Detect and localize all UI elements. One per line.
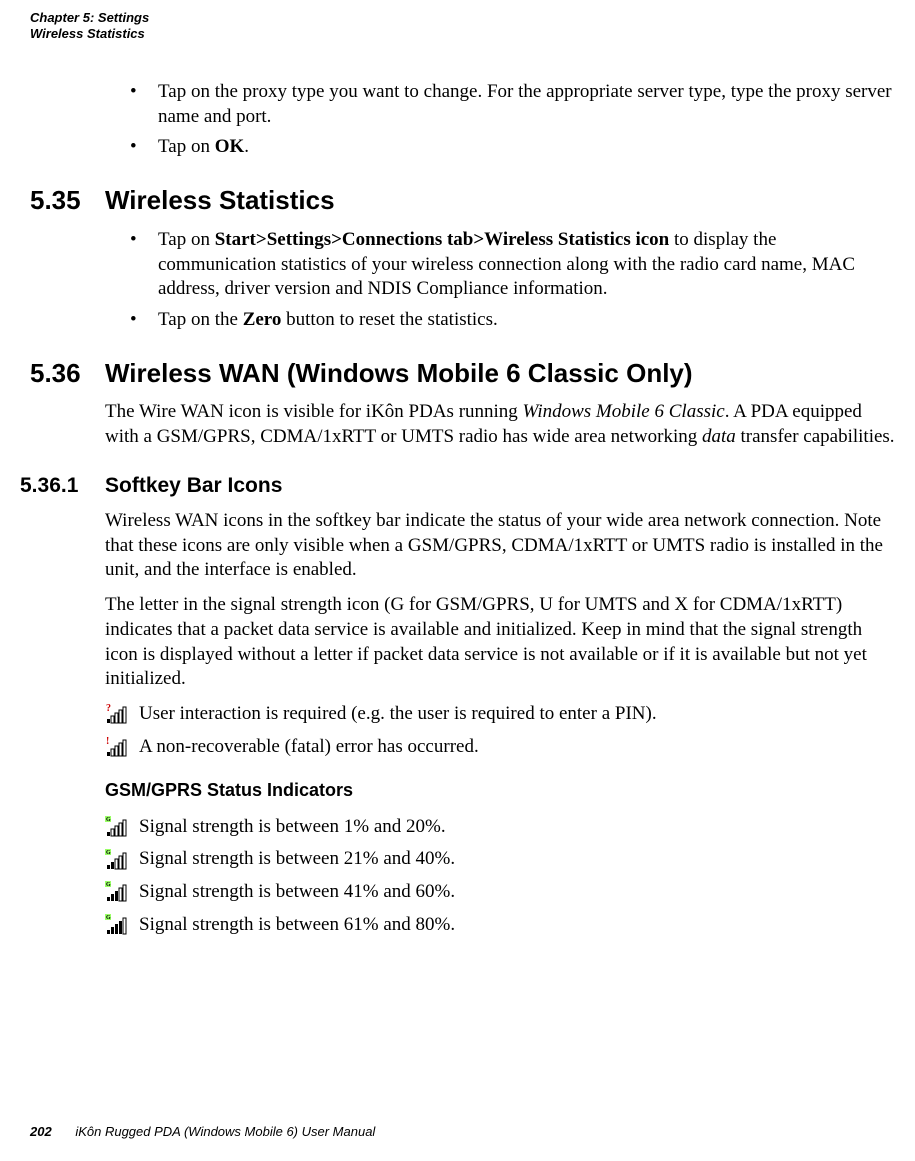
text: Tap on [158, 136, 215, 157]
list-item: • Tap on the proxy type you want to chan… [130, 80, 895, 129]
svg-text:G: G [106, 817, 111, 823]
signal-21-40-icon: G [105, 849, 139, 871]
text: The Wire WAN icon is visible for iKôn PD… [105, 401, 523, 422]
paragraph: Wireless WAN icons in the softkey bar in… [105, 509, 895, 583]
text-bold: Start>Settings>Connections tab>Wireless … [215, 229, 670, 250]
svg-text:?: ? [106, 703, 111, 714]
text: Tap on the [158, 309, 243, 330]
icon-description-text: Signal strength is between 61% and 80%. [139, 913, 455, 938]
section-title: Softkey Bar Icons [105, 472, 282, 499]
signal-fatal-error-icon: ! [105, 736, 139, 758]
section-heading-5-35: 5.35 Wireless Statistics [105, 184, 895, 218]
bullet-mark: • [130, 228, 158, 302]
section-title: Wireless WAN (Windows Mobile 6 Classic O… [105, 357, 693, 391]
text-bold: OK [215, 136, 245, 157]
bullet-text: Tap on OK. [158, 135, 895, 160]
svg-text:G: G [106, 850, 111, 856]
icon-description-line: G Signal strength is between 41% and 60%… [105, 880, 895, 905]
svg-text:G: G [106, 882, 111, 888]
bullet-text: Tap on the Zero button to reset the stat… [158, 308, 895, 333]
signal-1-20-icon: G [105, 816, 139, 838]
paragraph: The letter in the signal strength icon (… [105, 593, 895, 692]
icon-description-text: Signal strength is between 41% and 60%. [139, 880, 455, 905]
icon-description-line: G Signal strength is between 1% and 20%. [105, 815, 895, 840]
paragraph: The Wire WAN icon is visible for iKôn PD… [105, 400, 895, 449]
sec535-bullet-list: • Tap on Start>Settings>Connections tab>… [105, 228, 895, 333]
text: Tap on the proxy type you want to change… [158, 81, 892, 127]
list-item: • Tap on Start>Settings>Connections tab>… [130, 228, 895, 302]
subsection-heading-5-36-1: 5.36.1 Softkey Bar Icons [105, 472, 895, 499]
signal-user-interaction-icon: ? [105, 703, 139, 725]
icon-description-line: ? User interaction is required (e.g. the… [105, 702, 895, 727]
text-italic: Windows Mobile 6 Classic [523, 401, 725, 422]
icon-description-text: Signal strength is between 1% and 20%. [139, 815, 446, 840]
icon-description-text: Signal strength is between 21% and 40%. [139, 847, 455, 872]
icon-description-line: G Signal strength is between 21% and 40%… [105, 847, 895, 872]
icon-description-line: ! A non-recoverable (fatal) error has oc… [105, 735, 895, 760]
text: transfer capabilities. [736, 426, 895, 447]
text-bold: Zero [243, 309, 282, 330]
section-number: 5.36.1 [0, 472, 105, 499]
list-item: • Tap on OK. [130, 135, 895, 160]
page-body: • Tap on the proxy type you want to chan… [105, 80, 895, 945]
bullet-text: Tap on Start>Settings>Connections tab>Wi… [158, 228, 895, 302]
icon-description-line: G Signal strength is between 61% and 80%… [105, 913, 895, 938]
header-chapter: Chapter 5: Settings [30, 10, 149, 26]
bullet-mark: • [130, 308, 158, 333]
gsm-heading: GSM/GPRS Status Indicators [105, 779, 895, 802]
text-italic: data [702, 426, 736, 447]
icon-description-text: A non-recoverable (fatal) error has occu… [139, 735, 479, 760]
intro-bullet-list: • Tap on the proxy type you want to chan… [105, 80, 895, 160]
signal-61-80-icon: G [105, 914, 139, 936]
section-title: Wireless Statistics [105, 184, 335, 218]
section-heading-5-36: 5.36 Wireless WAN (Windows Mobile 6 Clas… [105, 357, 895, 391]
bullet-mark: • [130, 80, 158, 129]
page-footer: 202 iKôn Rugged PDA (Windows Mobile 6) U… [30, 1124, 375, 1141]
section-number: 5.36 [0, 357, 105, 391]
bullet-text: Tap on the proxy type you want to change… [158, 80, 895, 129]
bullet-mark: • [130, 135, 158, 160]
icon-description-text: User interaction is required (e.g. the u… [139, 702, 657, 727]
page-header: Chapter 5: Settings Wireless Statistics [30, 10, 149, 41]
signal-41-60-icon: G [105, 881, 139, 903]
header-section: Wireless Statistics [30, 26, 149, 42]
page-number: 202 [30, 1124, 52, 1139]
list-item: • Tap on the Zero button to reset the st… [130, 308, 895, 333]
footer-text: iKôn Rugged PDA (Windows Mobile 6) User … [75, 1124, 375, 1139]
svg-text:!: ! [106, 736, 109, 747]
text: Tap on [158, 229, 215, 250]
svg-text:G: G [106, 915, 111, 921]
section-number: 5.35 [0, 184, 105, 218]
text: button to reset the statistics. [281, 309, 497, 330]
text: . [244, 136, 249, 157]
